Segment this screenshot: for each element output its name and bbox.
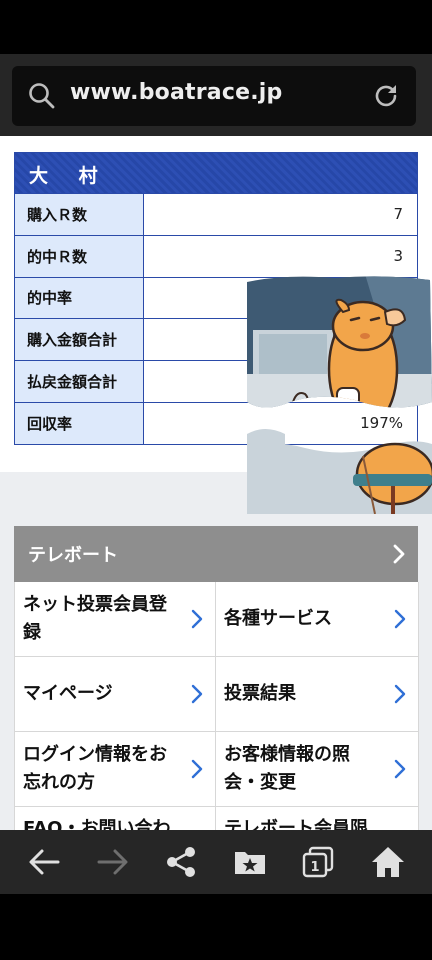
chevron-right-icon <box>191 759 203 779</box>
teleboat-header[interactable]: テレボート <box>14 526 418 582</box>
teleboat-grid: ネット投票会員登録 各種サービス マイページ 投票結果 ログイン情報をお忘れの方… <box>14 582 419 830</box>
back-arrow-icon[interactable] <box>26 844 62 880</box>
chevron-right-icon <box>394 759 406 779</box>
chevron-right-icon <box>191 684 203 704</box>
chevron-right-icon <box>393 544 405 564</box>
stats-label: 的中Ｒ数 <box>15 235 144 277</box>
menu-item-label: 各種サービス <box>224 608 332 629</box>
forward-arrow-icon[interactable] <box>95 844 131 880</box>
browser-bottom-nav: 1 <box>0 830 432 894</box>
stats-row: 購入Ｒ数 7 <box>15 193 417 235</box>
chevron-right-icon <box>394 609 406 629</box>
stats-title: 大 村 <box>15 153 417 193</box>
stats-label: 払戻金額合計 <box>15 361 144 402</box>
menu-item-label: FAQ・お問い合わ <box>23 818 171 830</box>
chevron-right-icon <box>394 684 406 704</box>
mascot-illustration <box>247 276 432 514</box>
teleboat-menu: テレボート ネット投票会員登録 各種サービス マイページ 投票結果 ログイン情報… <box>14 526 419 830</box>
menu-item-faq[interactable]: FAQ・お問い合わ <box>15 807 216 830</box>
menu-item-label: 投票結果 <box>224 683 296 704</box>
page-content: 大 村 購入Ｒ数 7 的中Ｒ数 3 的中率 購入金額合計 払戻金額合計 回収率 … <box>0 136 432 830</box>
system-nav-area <box>0 894 432 960</box>
menu-item-customer-info[interactable]: お客様情報の照会・変更 <box>216 732 419 807</box>
menu-item-net-registration[interactable]: ネット投票会員登録 <box>15 582 216 657</box>
menu-item-mypage[interactable]: マイページ <box>15 657 216 732</box>
stats-value: 3 <box>393 247 403 266</box>
stats-row: 的中Ｒ数 3 <box>15 234 417 277</box>
tab-count: 1 <box>310 860 319 875</box>
menu-item-services[interactable]: 各種サービス <box>216 582 419 657</box>
menu-item-label: テレボート会員限 <box>224 818 368 830</box>
browser-toolbar: www.boatrace.jp <box>0 54 432 136</box>
stats-label: 的中率 <box>15 277 144 319</box>
url-text[interactable]: www.boatrace.jp <box>70 80 282 105</box>
menu-item-members-only[interactable]: テレボート会員限 <box>216 807 419 830</box>
stats-label: 購入Ｒ数 <box>15 194 144 235</box>
menu-item-label: ネット投票会員登録 <box>23 594 167 643</box>
search-icon <box>29 83 55 109</box>
tabs-icon[interactable]: 1 <box>300 844 336 880</box>
menu-item-label: マイページ <box>23 683 113 704</box>
menu-item-vote-results[interactable]: 投票結果 <box>216 657 419 732</box>
teleboat-title: テレボート <box>28 545 118 566</box>
bookmark-star-icon[interactable] <box>232 844 268 880</box>
status-bar <box>0 0 432 54</box>
reload-icon[interactable] <box>372 82 400 110</box>
menu-item-label: ログイン情報をお忘れの方 <box>23 744 167 793</box>
menu-item-forgot-login[interactable]: ログイン情報をお忘れの方 <box>15 732 216 807</box>
share-icon[interactable] <box>163 844 199 880</box>
chevron-right-icon <box>191 609 203 629</box>
home-icon[interactable] <box>370 844 406 880</box>
stats-label: 回収率 <box>15 402 144 444</box>
menu-item-label: お客様情報の照会・変更 <box>224 744 350 793</box>
stats-value: 7 <box>393 205 403 224</box>
stats-label: 購入金額合計 <box>15 319 144 361</box>
address-bar[interactable]: www.boatrace.jp <box>12 66 416 126</box>
